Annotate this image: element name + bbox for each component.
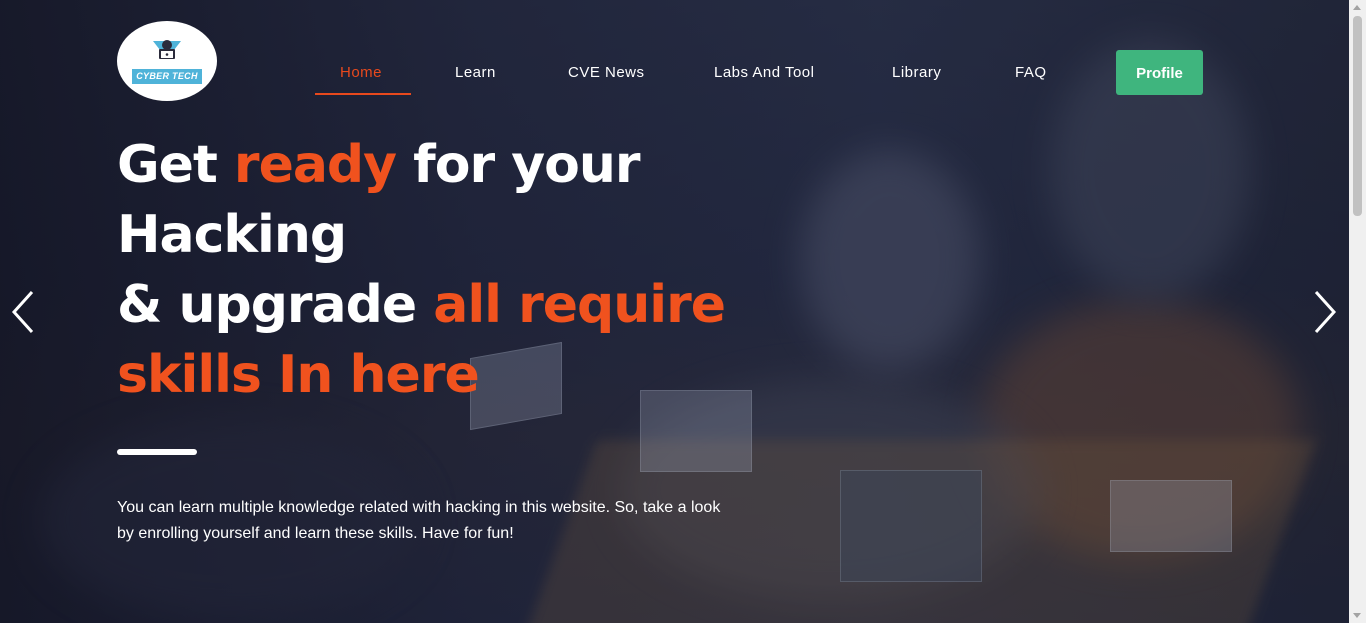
hero-title: Get ready for your Hacking & upgrade all…	[117, 130, 757, 410]
profile-button[interactable]: Profile	[1116, 50, 1203, 95]
scroll-up-icon[interactable]	[1353, 5, 1361, 10]
hacker-laptop-logo-icon	[153, 40, 181, 59]
nav-item-faq[interactable]: FAQ	[1015, 60, 1047, 86]
chevron-right-icon	[1314, 290, 1337, 334]
nav-item-learn[interactable]: Learn	[455, 60, 496, 86]
carousel-next-button[interactable]	[1310, 290, 1340, 334]
nav-item-cve-news[interactable]: CVE News	[568, 60, 645, 86]
hero-description: You can learn multiple knowledge related…	[117, 499, 721, 542]
scroll-down-icon[interactable]	[1353, 613, 1361, 618]
hero-title-part3: & upgrade	[117, 275, 434, 335]
hero-title-accent1: ready	[233, 135, 397, 195]
chevron-left-icon	[11, 290, 34, 334]
nav-item-library[interactable]: Library	[892, 60, 941, 86]
hero-section: CYBER TECH Home Learn CVE News Labs And …	[0, 0, 1349, 623]
carousel-prev-button[interactable]	[8, 290, 38, 334]
site-logo[interactable]: CYBER TECH	[117, 21, 217, 101]
nav-active-indicator	[315, 93, 411, 95]
nav-item-home[interactable]: Home	[340, 60, 382, 86]
page-scrollbar[interactable]	[1349, 0, 1366, 623]
nav-item-labs-and-tool[interactable]: Labs And Tool	[714, 60, 814, 86]
scrollbar-thumb[interactable]	[1353, 16, 1362, 216]
logo-text: CYBER TECH	[132, 69, 202, 84]
hero-title-part1: Get	[117, 135, 234, 195]
hero-divider	[117, 449, 197, 455]
